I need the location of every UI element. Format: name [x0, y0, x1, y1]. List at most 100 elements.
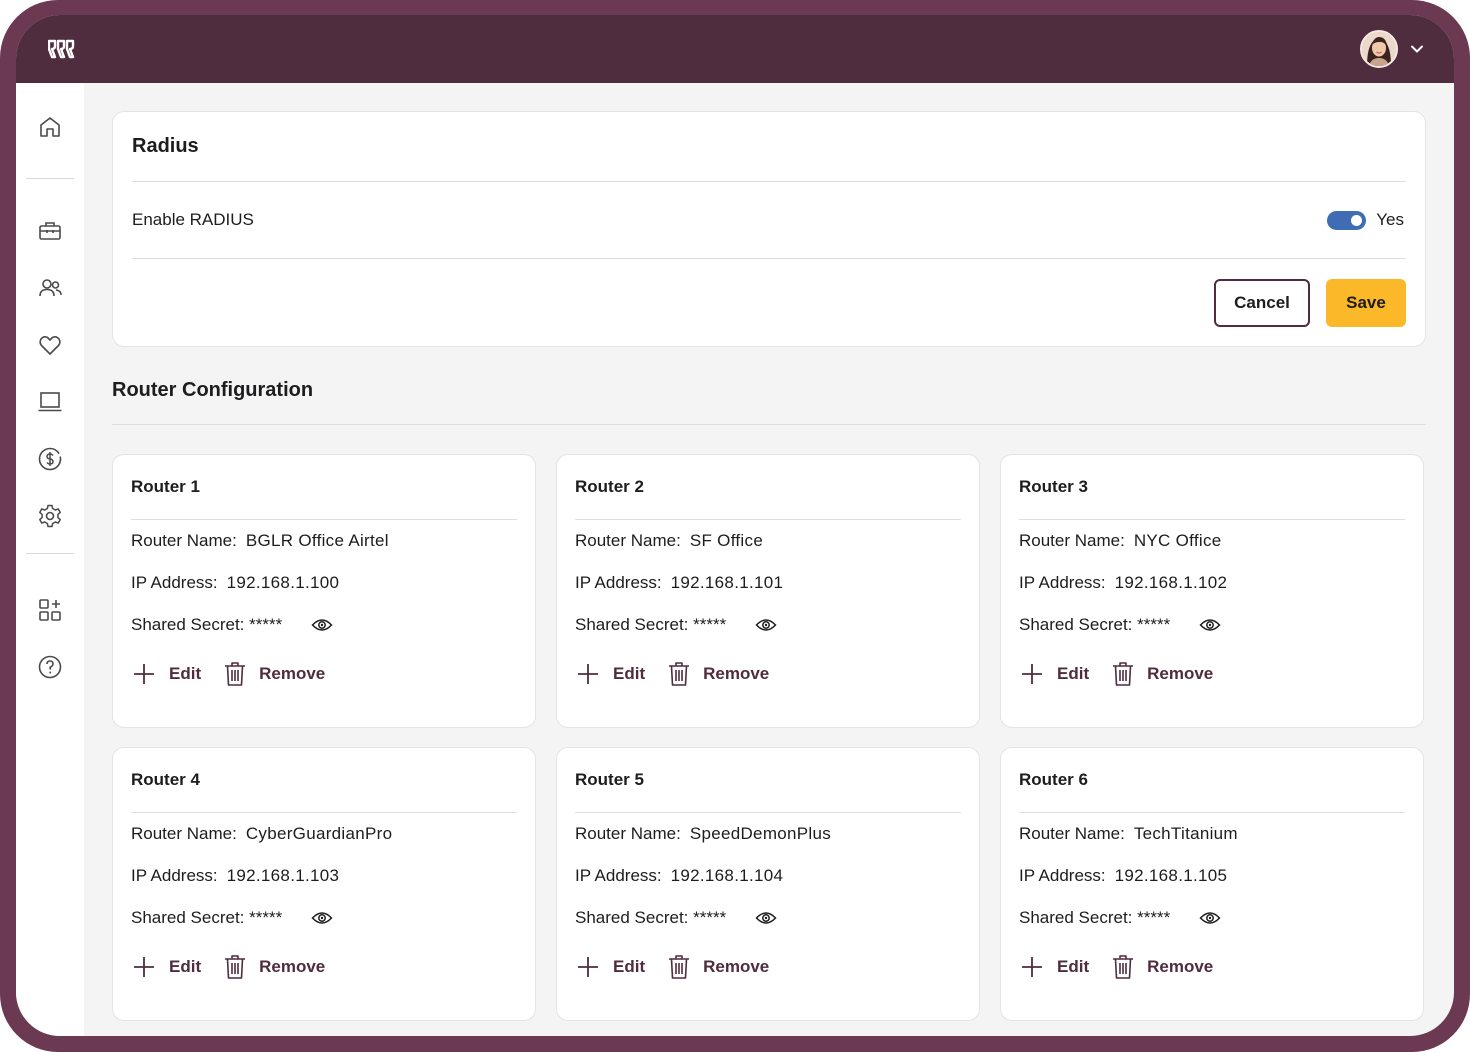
router-actions: Edit Remove — [1019, 945, 1405, 989]
ip-address-field: IP Address: 192.168.1.102 — [1019, 562, 1405, 604]
help-icon[interactable] — [36, 653, 64, 681]
cancel-button[interactable]: Cancel — [1214, 278, 1310, 327]
eye-icon[interactable] — [755, 617, 777, 633]
radius-toggle-group[interactable]: Yes — [1327, 210, 1404, 230]
ip-address-label: IP Address: — [1019, 573, 1106, 592]
ip-address-label: IP Address: — [131, 866, 218, 885]
router-card: Router 5 Router Name: SpeedDemonPlus IP … — [556, 747, 980, 1021]
eye-icon[interactable] — [311, 910, 333, 926]
router-name-value: NYC Office — [1133, 531, 1222, 550]
edit-label: Edit — [1057, 957, 1090, 976]
heart-icon[interactable] — [36, 331, 64, 359]
edit-button[interactable]: Edit — [575, 954, 645, 980]
shared-secret-field: Shared Secret: ***** — [1019, 897, 1405, 939]
ip-address-field: IP Address: 192.168.1.105 — [1019, 855, 1405, 897]
users-icon[interactable] — [36, 274, 64, 302]
edit-button[interactable]: Edit — [131, 954, 201, 980]
router-title: Router 6 — [1019, 748, 1405, 813]
edit-button[interactable]: Edit — [131, 661, 201, 687]
edit-label: Edit — [613, 664, 646, 683]
app-screen: Radius Enable RADIUS Yes Cancel Save Rou… — [16, 15, 1454, 1036]
gear-icon[interactable] — [36, 502, 64, 530]
plus-icon — [1022, 957, 1042, 977]
plus-icon — [134, 664, 154, 684]
router-name-label: Router Name: — [575, 824, 681, 843]
user-menu[interactable] — [1360, 30, 1424, 68]
router-name-value: SF Office — [689, 531, 764, 550]
remove-button[interactable]: Remove — [1111, 954, 1213, 980]
router-actions: Edit Remove — [575, 652, 961, 696]
brand-logo[interactable] — [48, 38, 78, 60]
ip-address-label: IP Address: — [1019, 866, 1106, 885]
remove-button[interactable]: Remove — [223, 954, 325, 980]
remove-label: Remove — [1147, 664, 1214, 683]
main-content: Radius Enable RADIUS Yes Cancel Save Rou… — [84, 83, 1454, 1036]
edit-button[interactable]: Edit — [1019, 954, 1089, 980]
plus-icon — [1022, 664, 1042, 684]
avatar[interactable] — [1360, 30, 1398, 68]
router-name-label: Router Name: — [575, 531, 681, 550]
remove-label: Remove — [259, 664, 326, 683]
trash-icon — [225, 955, 246, 979]
edit-label: Edit — [1057, 664, 1090, 683]
router-name-value: SpeedDemonPlus — [689, 824, 832, 843]
edit-button[interactable]: Edit — [1019, 661, 1089, 687]
toolbox-icon[interactable] — [36, 217, 64, 245]
router-name-field: Router Name: SpeedDemonPlus — [575, 813, 961, 855]
shared-secret-label: Shared Secret: ***** — [575, 908, 727, 927]
ip-address-label: IP Address: — [575, 866, 662, 885]
ip-address-value: 192.168.1.101 — [670, 573, 784, 592]
apps-add-icon[interactable] — [36, 596, 64, 624]
eye-icon[interactable] — [311, 617, 333, 633]
router-name-field: Router Name: BGLR Office Airtel — [131, 520, 517, 562]
remove-button[interactable]: Remove — [667, 954, 769, 980]
router-title: Router 1 — [131, 455, 517, 520]
shared-secret-field: Shared Secret: ***** — [575, 604, 961, 646]
eye-icon[interactable] — [1199, 617, 1221, 633]
router-grid: Router 1 Router Name: BGLR Office Airtel… — [112, 454, 1426, 1021]
shared-secret-label: Shared Secret: ***** — [1019, 908, 1171, 927]
remove-button[interactable]: Remove — [223, 661, 325, 687]
router-name-label: Router Name: — [1019, 824, 1125, 843]
edit-button[interactable]: Edit — [575, 661, 645, 687]
eye-icon[interactable] — [1199, 910, 1221, 926]
router-name-field: Router Name: SF Office — [575, 520, 961, 562]
radius-toggle[interactable] — [1327, 210, 1367, 230]
edit-label: Edit — [613, 957, 646, 976]
logo-icon — [48, 39, 75, 59]
device-frame: Radius Enable RADIUS Yes Cancel Save Rou… — [0, 0, 1470, 1052]
router-actions: Edit Remove — [1019, 652, 1405, 696]
shared-secret-field: Shared Secret: ***** — [131, 897, 517, 939]
ip-address-value: 192.168.1.102 — [1114, 573, 1228, 592]
shared-secret-label: Shared Secret: ***** — [575, 615, 727, 634]
shared-secret-field: Shared Secret: ***** — [575, 897, 961, 939]
ip-address-value: 192.168.1.100 — [226, 573, 340, 592]
laptop-icon[interactable] — [36, 388, 64, 416]
router-actions: Edit Remove — [131, 652, 517, 696]
chevron-down-icon[interactable] — [1410, 44, 1424, 54]
router-name-value: BGLR Office Airtel — [245, 531, 389, 550]
router-name-label: Router Name: — [131, 531, 237, 550]
eye-icon[interactable] — [755, 910, 777, 926]
save-button[interactable]: Save — [1326, 278, 1406, 327]
trash-icon — [669, 955, 690, 979]
ip-address-field: IP Address: 192.168.1.104 — [575, 855, 961, 897]
remove-label: Remove — [259, 957, 326, 976]
router-name-label: Router Name: — [131, 824, 237, 843]
router-name-value: CyberGuardianPro — [245, 824, 393, 843]
router-section-title: Router Configuration — [112, 377, 1426, 425]
radius-actions: Cancel Save — [132, 259, 1406, 346]
trash-icon — [1113, 955, 1134, 979]
plus-icon — [578, 664, 598, 684]
router-title: Router 2 — [575, 455, 961, 520]
ip-address-value: 192.168.1.103 — [226, 866, 340, 885]
remove-button[interactable]: Remove — [667, 661, 769, 687]
ip-address-field: IP Address: 192.168.1.103 — [131, 855, 517, 897]
home-icon[interactable] — [36, 113, 64, 141]
enable-radius-label: Enable RADIUS — [132, 210, 254, 229]
ip-address-value: 192.168.1.104 — [670, 866, 784, 885]
router-name-label: Router Name: — [1019, 531, 1125, 550]
router-name-field: Router Name: TechTitanium — [1019, 813, 1405, 855]
dollar-icon[interactable] — [36, 445, 64, 473]
remove-button[interactable]: Remove — [1111, 661, 1213, 687]
